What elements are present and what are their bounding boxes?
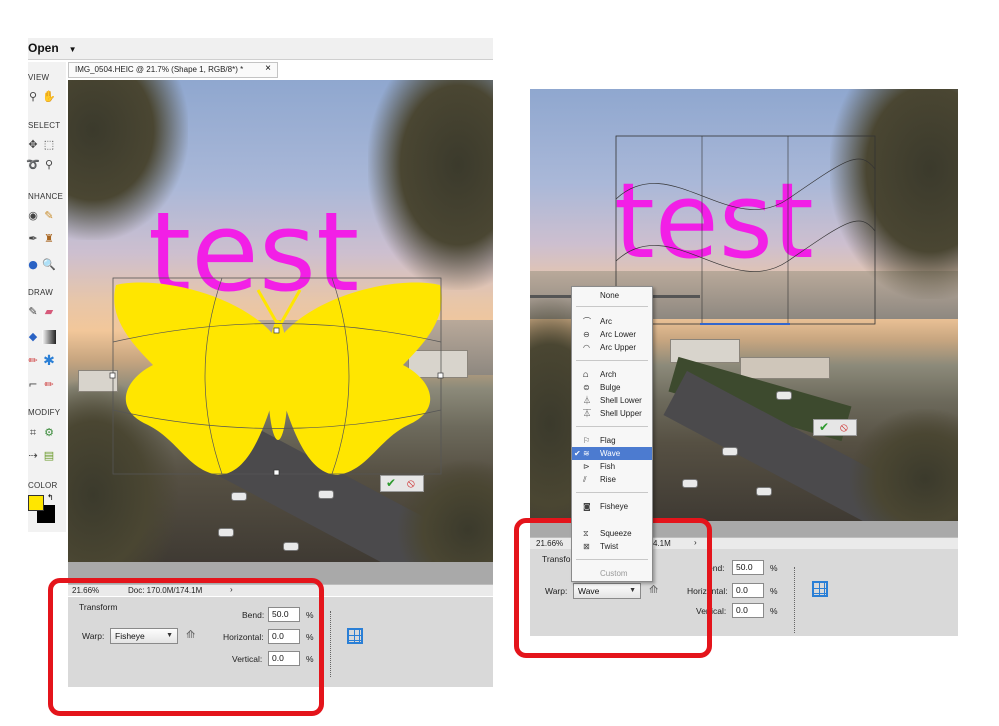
commit-cancel-buttons: ✔ ⦸ <box>813 419 857 436</box>
close-tab-icon[interactable]: × <box>265 63 271 74</box>
select-section-label: SELECT <box>28 121 61 130</box>
left-canvas-image[interactable]: test ✔ ⦸ <box>68 80 493 562</box>
menu-separator <box>576 559 648 560</box>
menu-item-arch[interactable]: ⩍ Arch <box>572 368 652 381</box>
menu-separator <box>576 426 648 427</box>
menu-item-inflate[interactable] <box>572 513 652 519</box>
pencil-tool-icon[interactable]: ✏ <box>26 354 40 368</box>
menu-separator <box>576 360 648 361</box>
menu-bar <box>28 38 493 60</box>
document-tab-title: IMG_0504.HEIC @ 21.7% (Shape 1, RGB/8*) … <box>75 65 244 74</box>
twist-icon: ⊠ <box>583 542 590 551</box>
menu-item-shell-upper[interactable]: ⏄ Shell Upper <box>572 407 652 420</box>
menu-separator <box>576 492 648 493</box>
flag-icon: ⚐ <box>583 436 591 445</box>
arc-lower-icon: ⊖ <box>583 330 590 339</box>
checkmark-icon: ✔ <box>574 449 581 458</box>
commit-cancel-buttons: ✔ ⦸ <box>380 475 424 492</box>
content-aware-tool-icon[interactable]: ▤ <box>42 449 56 463</box>
grid-toggle-icon[interactable] <box>347 628 363 644</box>
bulge-icon: ⊜ <box>583 383 590 392</box>
brush-tool-icon[interactable]: ✎ <box>26 305 40 319</box>
grid-toggle-icon[interactable] <box>812 581 828 597</box>
gradient-tool-icon[interactable] <box>42 330 56 344</box>
panel-divider <box>330 611 331 677</box>
view-section-label: VIEW <box>28 73 50 82</box>
menu-item-squeeze[interactable]: ⧖ Squeeze <box>572 527 652 540</box>
menu-item-rise[interactable]: ⫽ Rise <box>572 473 652 486</box>
swap-colors-icon[interactable]: ↰ <box>47 493 54 502</box>
recompose-tool-icon[interactable]: ⚙ <box>42 426 56 440</box>
menu-item-fish[interactable]: ⊳ Fish <box>572 460 652 473</box>
vertical-input[interactable]: 0.0 <box>732 603 764 618</box>
paint-bucket-tool-icon[interactable]: ◆ <box>26 330 40 344</box>
bend-percent: % <box>770 563 778 573</box>
draw-section-label: DRAW <box>28 288 53 297</box>
modify-section-label: MODIFY <box>28 408 61 417</box>
move-tool-icon[interactable]: ✥ <box>26 138 40 152</box>
cancel-icon[interactable]: ⦸ <box>840 420 848 435</box>
right-editor: test ✔ ⦸ 21.66% 4.1M › Transfo Warp: Wav… <box>510 0 999 700</box>
arc-upper-icon: ◠ <box>583 343 590 352</box>
menu-item-arc-lower[interactable]: ⊖ Arc Lower <box>572 328 652 341</box>
left-editor: Open ▼ VIEW ⚲ ✋ SELECT ✥ ⬚ ➰ ⚲ NHANCE ◉ ✎… <box>0 0 495 716</box>
shell-lower-icon: ⏃ <box>583 396 591 405</box>
panel-divider <box>794 567 795 633</box>
menu-item-arc-upper[interactable]: ◠ Arc Upper <box>572 341 652 354</box>
butterfly-shape[interactable] <box>68 80 493 562</box>
warp-style-menu: None ⌒ Arc ⊖ Arc Lower ◠ Arc Upper ⩍ Arch ⊜ B… <box>571 286 653 582</box>
horizontal-percent: % <box>770 586 778 596</box>
menu-item-bulge[interactable]: ⊜ Bulge <box>572 381 652 394</box>
quick-select-tool-icon[interactable]: ⚲ <box>42 158 56 172</box>
fish-icon: ⊳ <box>583 462 590 471</box>
arc-icon: ⌒ <box>583 317 591 326</box>
menu-item-flag[interactable]: ⚐ Flag <box>572 434 652 447</box>
stamp-tool-icon[interactable]: ♜ <box>42 232 56 246</box>
menu-item-fisheye[interactable]: ◙ Fisheye <box>572 500 652 513</box>
lasso-tool-icon[interactable]: ➰ <box>26 158 40 172</box>
crop-modify-tool-icon[interactable]: ⌗ <box>26 426 40 440</box>
blur-tool-icon[interactable]: ● <box>26 258 40 272</box>
crop-tool-icon[interactable]: ⌐ <box>26 378 40 392</box>
menu-item-arc[interactable]: ⌒ Arc <box>572 315 652 328</box>
menu-item-shell-lower[interactable]: ⏃ Shell Lower <box>572 394 652 407</box>
menu-item-none[interactable]: None <box>572 289 652 302</box>
chevron-down-icon: ▼ <box>68 45 77 54</box>
commit-check-icon[interactable]: ✔ <box>819 420 829 435</box>
zoom-tool-icon[interactable]: ⚲ <box>26 90 40 104</box>
squeeze-icon: ⧖ <box>583 529 589 538</box>
sponge-tool-icon[interactable]: ✒ <box>26 232 40 246</box>
bend-input[interactable]: 50.0 <box>732 560 764 575</box>
color-section-label: COLOR <box>28 481 58 490</box>
shell-upper-icon: ⏄ <box>583 409 591 418</box>
shape-tool-icon[interactable]: ✱ <box>42 354 56 368</box>
menu-item-wave[interactable]: ✔ ≋ Wave <box>572 447 652 460</box>
straighten-tool-icon[interactable]: ⇢ <box>26 449 40 463</box>
foreground-color-swatch[interactable] <box>28 495 44 511</box>
marquee-tool-icon[interactable]: ⬚ <box>42 138 56 152</box>
cancel-icon[interactable]: ⦸ <box>407 476 415 491</box>
commit-check-icon[interactable]: ✔ <box>386 476 396 491</box>
open-menu[interactable]: Open ▼ <box>28 41 77 55</box>
document-tab[interactable]: IMG_0504.HEIC @ 21.7% (Shape 1, RGB/8*) … <box>68 62 278 78</box>
magnify-tool-icon[interactable]: 🔍 <box>42 258 56 272</box>
eye-tool-icon[interactable]: ◉ <box>26 209 40 223</box>
fisheye-icon: ◙ <box>583 502 591 511</box>
rise-icon: ⫽ <box>583 475 587 484</box>
hand-tool-icon[interactable]: ✋ <box>42 90 56 104</box>
highlight-box-left <box>48 578 324 716</box>
eraser-tool-icon[interactable]: ▰ <box>42 305 56 319</box>
vertical-percent: % <box>770 606 778 616</box>
arch-icon: ⩍ <box>583 370 589 379</box>
enhance-section-label: NHANCE <box>28 192 63 201</box>
color-pencil-tool-icon[interactable]: ✏ <box>42 378 56 392</box>
wave-icon: ≋ <box>583 449 590 458</box>
menu-item-custom: Custom <box>600 569 628 578</box>
horizontal-input[interactable]: 0.0 <box>732 583 764 598</box>
menu-item-twist[interactable]: ⊠ Twist <box>572 540 652 553</box>
brush-fix-tool-icon[interactable]: ✎ <box>42 209 56 223</box>
menu-separator <box>576 306 648 307</box>
